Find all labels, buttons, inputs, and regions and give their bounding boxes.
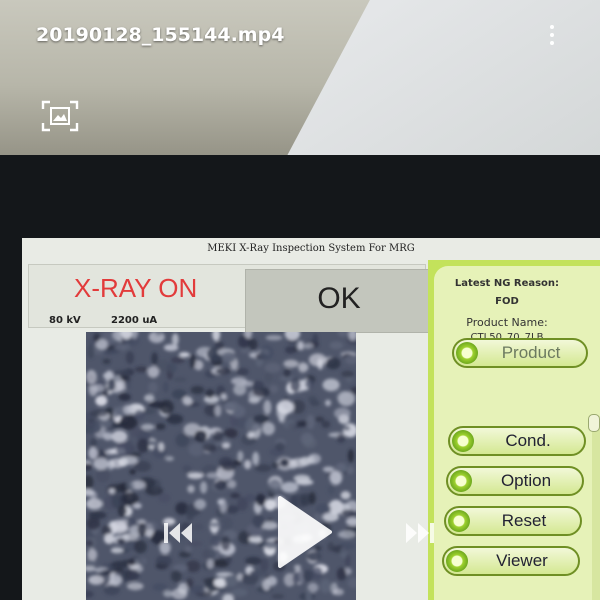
latest-ng-label: Latest NG Reason: [454,278,560,289]
video-file-name: 20190128_155144.mp4 [36,24,285,46]
result-box: OK [245,269,433,333]
viewer-button-label: Viewer [496,551,548,570]
control-panel: Latest NG Reason: FOD Product Name: CTL5… [428,260,600,600]
cond-button[interactable]: Cond. [448,426,586,456]
result-text: OK [317,282,361,315]
button-indicator-icon [448,510,470,532]
button-indicator-icon [450,470,472,492]
reset-button[interactable]: Reset [444,506,582,536]
latest-ng-reason: FOD [495,296,519,307]
cond-button-label: Cond. [505,431,551,450]
skip-previous-icon[interactable] [160,518,196,548]
option-button-label: Option [500,471,552,490]
control-panel-scrollbar[interactable] [592,416,600,600]
play-icon[interactable] [270,492,336,572]
xray-status-text: X-RAY ON [74,273,198,303]
voltage-readout: 80 kV [49,315,81,326]
xray-status-bar: X-RAY ON 80 kV 2200 uA OK [28,264,433,333]
button-indicator-icon [452,430,474,452]
reset-button-label: Reset [501,511,547,530]
product-name-label: Product Name: [466,316,548,329]
button-indicator-icon [446,550,468,572]
viewer-button[interactable]: Viewer [442,546,580,576]
skip-next-icon[interactable] [402,518,438,548]
control-panel-inner: Latest NG Reason: FOD Product Name: CTL5… [434,266,600,600]
screenshot-icon[interactable] [40,98,80,134]
system-title: MEKI X-Ray Inspection System For MRG [22,238,600,261]
scrollbar-knob[interactable] [588,414,600,432]
inspection-left-panel: X-RAY ON 80 kV 2200 uA OK [22,260,433,600]
current-readout: 2200 uA [111,315,158,326]
button-indicator-icon [456,342,478,364]
option-button[interactable]: Option [446,466,584,496]
product-button-label: Product [501,343,561,362]
more-vert-icon[interactable] [540,20,564,50]
video-frame: MEKI X-Ray Inspection System For MRG X-R… [0,0,600,600]
product-button[interactable]: Product [452,338,588,368]
